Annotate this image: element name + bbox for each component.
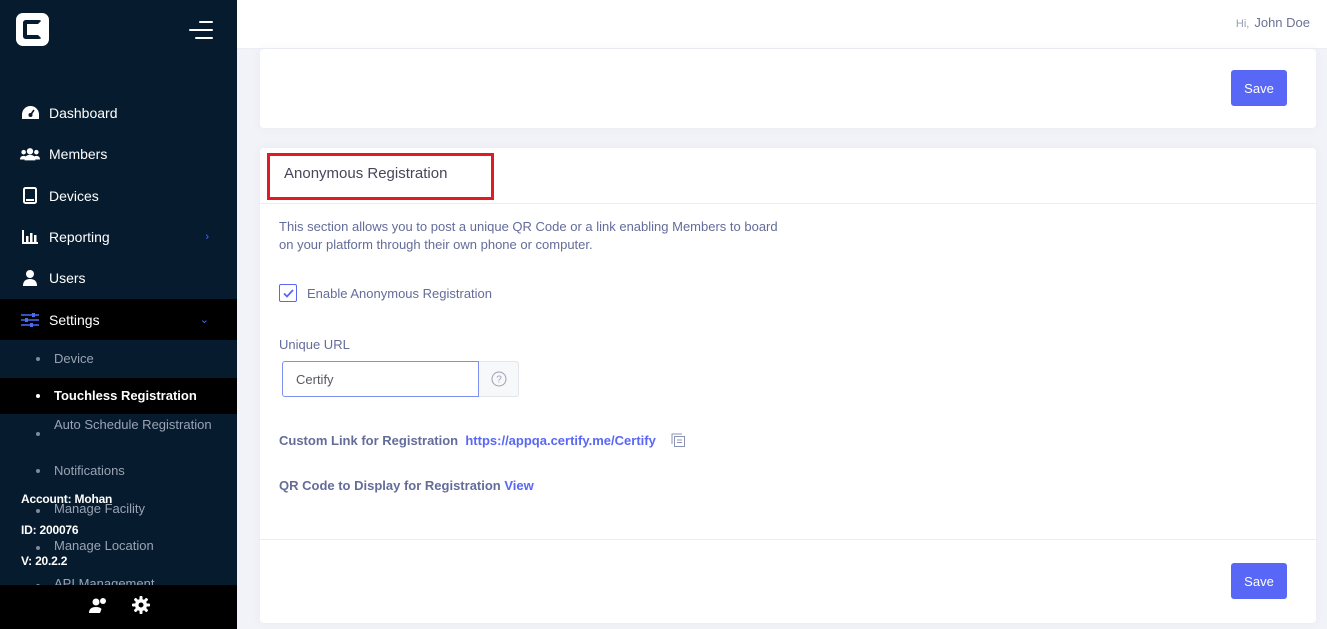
user-icon [20, 268, 40, 288]
sidebar-subitem-notifications[interactable]: Notifications [0, 462, 237, 480]
user-settings-icon[interactable] [88, 596, 108, 619]
custom-link-label: Custom Link for Registration [279, 432, 459, 448]
sidebar-item-label: Reporting [49, 228, 110, 245]
custom-link-url[interactable]: https://appqa.certify.me/Certify [465, 433, 655, 448]
sidebar-item-members[interactable]: Members [0, 133, 237, 174]
chart-icon [20, 227, 40, 247]
sidebar-footer [0, 585, 237, 629]
question-circle-icon: ? [491, 371, 506, 387]
anonymous-registration-card: Anonymous Registration This section allo… [260, 148, 1316, 623]
sidebar-item-users[interactable]: Users [0, 257, 237, 298]
save-button[interactable]: Save [1231, 563, 1287, 599]
members-icon [20, 144, 40, 164]
card-header: Anonymous Registration [260, 148, 1316, 204]
sidebar-subitem-auto-schedule-registration[interactable]: Auto Schedule Registration [0, 416, 237, 452]
sidebar-item-reporting[interactable]: Reporting › [0, 216, 237, 257]
copy-icon[interactable] [670, 432, 686, 448]
sidebar-item-label: Dashboard [49, 104, 118, 121]
sidebar-subitem-touchless-registration[interactable]: Touchless Registration [0, 378, 237, 414]
unique-url-input[interactable] [282, 361, 479, 397]
custom-link-row: Custom Link for Registration https://app… [279, 432, 686, 448]
app-logo[interactable] [16, 13, 49, 46]
previous-settings-card: Save [260, 49, 1316, 128]
tablet-icon [20, 186, 40, 206]
user-greeting[interactable]: Hi, John Doe [1236, 15, 1310, 30]
sidebar-item-label: Members [49, 145, 108, 162]
enable-checkbox-label[interactable]: Enable Anonymous Registration [307, 286, 492, 301]
sidebar-item-label: Users [49, 269, 86, 286]
sidebar: Dashboard Members Devices Reporting › Us… [0, 0, 237, 629]
card-footer-divider [260, 539, 1316, 540]
chevron-right-icon: › [205, 230, 209, 243]
gear-icon[interactable] [131, 595, 150, 619]
app-version: V: 20.2.2 [21, 554, 68, 568]
section-description: This section allows you to post a unique… [279, 219, 778, 252]
enable-anonymous-registration: Enable Anonymous Registration [279, 284, 492, 302]
unique-url-label: Unique URL [279, 337, 350, 352]
account-id: ID: 200076 [21, 523, 79, 537]
chevron-down-icon: ⌄ [199, 314, 209, 326]
qr-code-label: QR Code to Display for Registration [279, 478, 501, 493]
sidebar-item-dashboard[interactable]: Dashboard [0, 92, 237, 133]
sidebar-subitem-manage-location[interactable]: Manage Location [0, 537, 237, 555]
user-name: John Doe [1254, 15, 1310, 30]
sidebar-item-label: Settings [49, 311, 100, 328]
account-name: Account: Mohan [21, 492, 113, 506]
card-title: Anonymous Registration [284, 165, 448, 182]
help-button[interactable]: ? [479, 361, 519, 397]
top-header: Hi, John Doe [237, 0, 1327, 49]
svg-text:?: ? [496, 375, 502, 386]
dashboard-icon [20, 103, 40, 123]
enable-checkbox[interactable] [279, 284, 297, 302]
sidebar-item-label: Devices [49, 187, 99, 204]
sidebar-subitem-device[interactable]: Device [0, 350, 237, 368]
checkmark-icon [282, 288, 294, 298]
qr-view-link[interactable]: View [504, 478, 533, 493]
menu-toggle-icon[interactable] [189, 21, 213, 39]
save-button[interactable]: Save [1231, 70, 1287, 106]
sidebar-item-settings[interactable]: Settings ⌄ [0, 299, 237, 340]
sliders-icon [20, 310, 40, 330]
qr-code-row: QR Code to Display for Registration View [279, 478, 534, 493]
sidebar-item-devices[interactable]: Devices [0, 175, 237, 216]
